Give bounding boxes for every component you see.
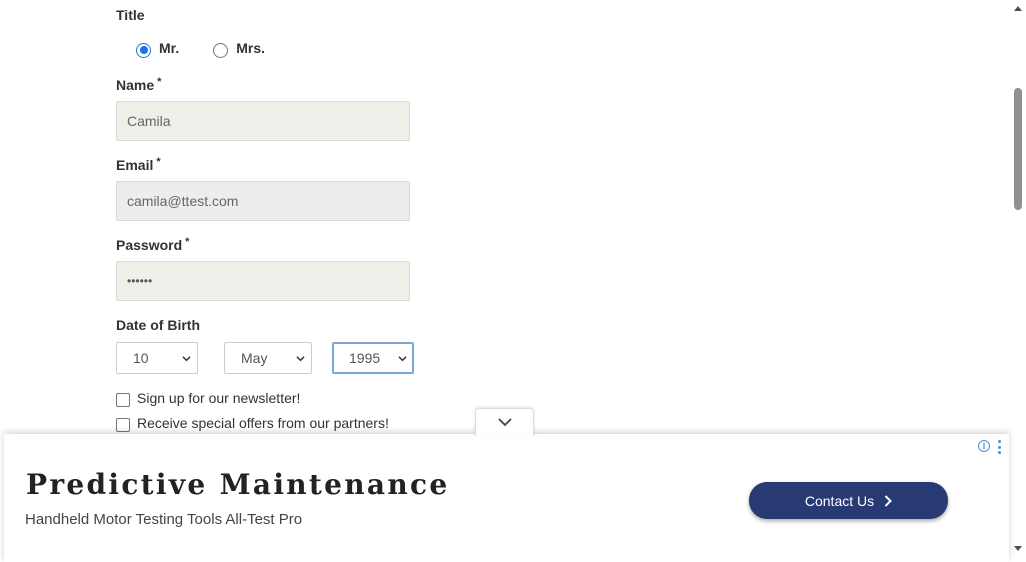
- radio-option-mrs[interactable]: Mrs.: [213, 40, 266, 58]
- password-label-text: Password: [116, 237, 183, 253]
- password-label: Password *: [116, 236, 190, 253]
- contact-us-button[interactable]: Contact Us: [749, 482, 948, 519]
- info-icon[interactable]: i: [978, 440, 990, 452]
- required-mark: *: [156, 156, 161, 168]
- ad-collapse-toggle[interactable]: [475, 408, 534, 436]
- dob-day-value: 10: [133, 350, 149, 366]
- name-label: Name *: [116, 76, 162, 93]
- dob-day-select[interactable]: 10: [116, 342, 198, 374]
- dob-year-select[interactable]: 1995: [332, 342, 414, 374]
- offers-row[interactable]: Receive special offers from our partners…: [116, 415, 389, 432]
- more-vert-icon[interactable]: [998, 440, 1002, 454]
- newsletter-row[interactable]: Sign up for our newsletter!: [116, 390, 301, 407]
- radio-option-mr[interactable]: Mr.: [136, 40, 180, 58]
- scrollbar-thumb[interactable]: [1014, 88, 1022, 210]
- required-mark: *: [185, 236, 190, 248]
- title-radio-group: Mr. Mrs.: [136, 40, 299, 58]
- name-label-text: Name: [116, 77, 155, 93]
- radio-mr-label: Mr.: [159, 40, 180, 56]
- chevron-down-icon: [296, 356, 305, 362]
- dob-month-select[interactable]: May: [224, 342, 312, 374]
- title-label: Title: [116, 7, 145, 23]
- contact-us-label: Contact Us: [804, 492, 875, 509]
- dob-label: Date of Birth: [116, 317, 200, 333]
- name-input[interactable]: Camila: [116, 101, 410, 141]
- chevron-down-icon: [497, 418, 512, 427]
- email-label: Email *: [116, 156, 161, 173]
- offers-label: Receive special offers from our partners…: [137, 415, 389, 431]
- newsletter-checkbox[interactable]: [116, 393, 130, 407]
- chevron-right-icon: [884, 494, 893, 507]
- offers-checkbox[interactable]: [116, 418, 130, 432]
- dob-month-value: May: [241, 350, 268, 366]
- email-label-text: Email: [116, 157, 154, 173]
- radio-mrs-label: Mrs.: [236, 40, 266, 56]
- scroll-down-arrow-icon[interactable]: [1014, 546, 1022, 551]
- email-input[interactable]: camila@ttest.com: [116, 181, 410, 221]
- vertical-scrollbar[interactable]: [1010, 0, 1026, 562]
- ad-subtitle[interactable]: Handheld Motor Testing Tools All-Test Pr…: [25, 511, 302, 528]
- chevron-down-icon: [398, 356, 407, 362]
- radio-mr[interactable]: [136, 42, 151, 58]
- password-input[interactable]: ••••••: [116, 261, 410, 301]
- scroll-up-arrow-icon[interactable]: [1014, 6, 1022, 11]
- radio-mrs[interactable]: [213, 42, 229, 58]
- ad-banner[interactable]: Predictive Maintenance Handheld Motor Te…: [4, 434, 1009, 562]
- dob-year-value: 1995: [349, 350, 381, 366]
- required-mark: *: [157, 76, 162, 88]
- chevron-down-icon: [182, 356, 191, 362]
- ad-title[interactable]: Predictive Maintenance: [26, 468, 450, 501]
- newsletter-label: Sign up for our newsletter!: [137, 390, 301, 406]
